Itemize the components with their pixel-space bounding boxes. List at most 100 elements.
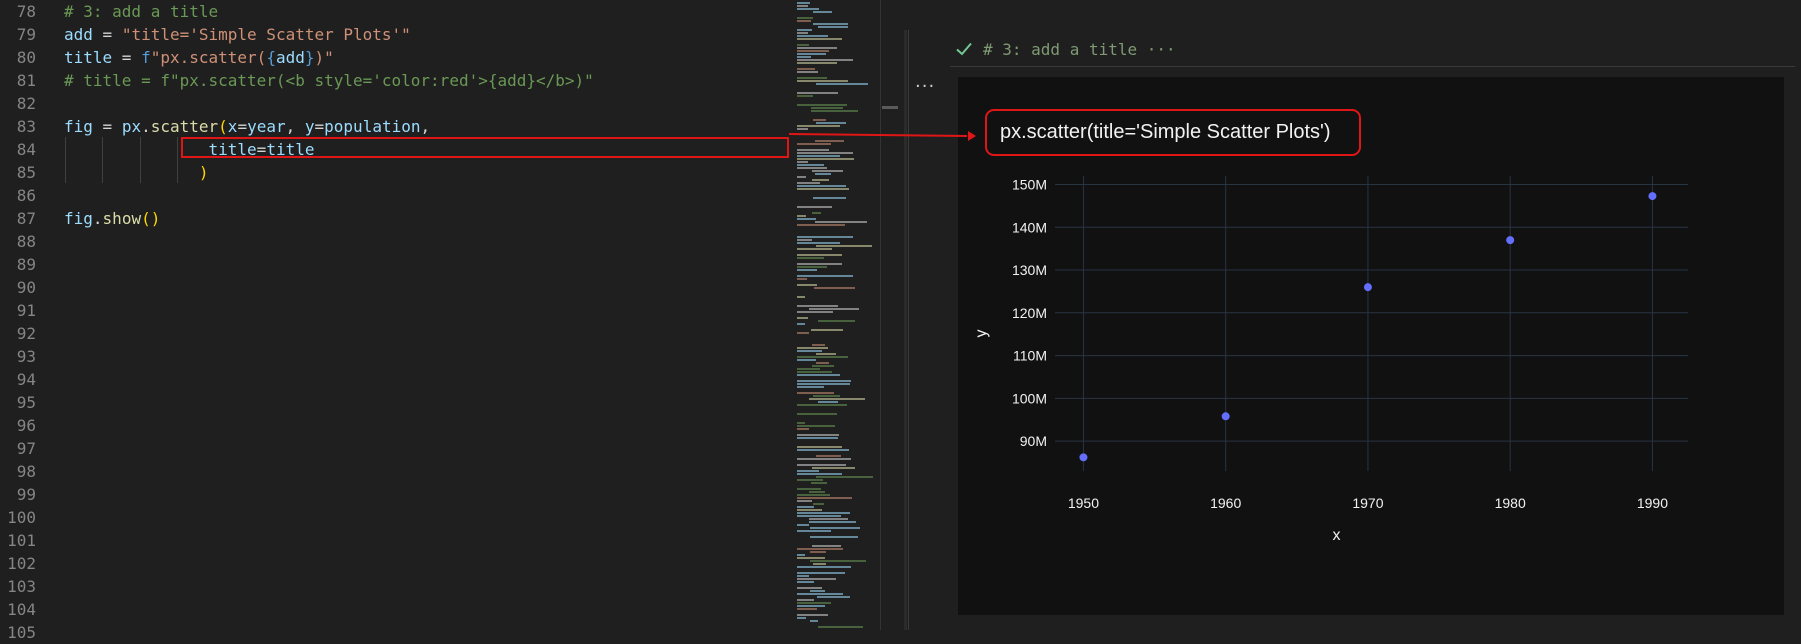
minimap-line — [797, 44, 809, 46]
minimap-line — [811, 110, 858, 112]
minimap-line — [797, 53, 826, 55]
minimap-line — [815, 221, 867, 223]
cell-header-divider — [950, 66, 1795, 67]
minimap-line — [797, 380, 851, 382]
x-tick-label: 1950 — [1068, 495, 1099, 511]
minimap-line — [797, 386, 824, 388]
minimap-line — [797, 182, 820, 184]
minimap-line — [797, 167, 827, 169]
code-token: } — [304, 48, 315, 67]
minimap-line — [813, 563, 826, 565]
minimap-line — [797, 350, 822, 352]
cell-title: # 3: add a title ··· — [983, 39, 1176, 59]
minimap-line — [818, 626, 863, 628]
minimap-line — [797, 323, 805, 325]
minimap-line — [797, 80, 848, 82]
code-token: ( — [218, 117, 228, 136]
code-token: add — [64, 25, 93, 44]
code-editor[interactable]: 78 79 80 81 82 83 84 85 86 87 88 89 90 91 92 93 94 95 96 97… — [0, 0, 790, 642]
minimap-line — [818, 26, 848, 28]
y-axis-title: y — [973, 330, 990, 338]
minimap-line — [797, 371, 832, 373]
scatter-point — [1079, 453, 1088, 462]
minimap-line — [810, 527, 860, 529]
minimap-line — [797, 56, 811, 58]
minimap-line — [797, 479, 823, 481]
y-tick-label: 140M — [1012, 219, 1047, 235]
minimap-line — [797, 500, 812, 502]
minimap-line — [797, 92, 838, 94]
minimap-line — [797, 275, 853, 277]
scrollbar-thumb[interactable] — [882, 106, 898, 109]
line-number: 79 — [16, 25, 36, 44]
minimap-line — [797, 374, 840, 376]
line-number: 91 — [16, 301, 36, 320]
minimap-line — [797, 71, 818, 73]
code-line[interactable]: # title = f"px.scatter(<b style='color:r… — [64, 69, 594, 92]
code-line[interactable]: fig.show() — [64, 207, 160, 230]
minimap-line — [797, 413, 837, 415]
minimap-line — [797, 2, 810, 4]
minimap-line — [797, 8, 819, 10]
scatter-point — [1221, 412, 1230, 421]
scatter-point — [1363, 283, 1372, 292]
cell-header[interactable]: # 3: add a title ··· — [955, 38, 1176, 60]
line-number: 102 — [7, 554, 36, 573]
minimap-line — [797, 458, 851, 460]
line-number: 94 — [16, 370, 36, 389]
code-line[interactable]: ) — [64, 161, 209, 184]
minimap-line — [816, 353, 836, 355]
minimap-line — [812, 467, 855, 469]
line-number: 83 — [16, 117, 36, 136]
minimap-line — [797, 449, 849, 451]
y-tick-label: 100M — [1012, 390, 1047, 406]
minimap-line — [797, 155, 840, 157]
notebook-scrollbar[interactable] — [904, 30, 907, 630]
minimap-line — [797, 497, 852, 499]
minimap-line — [797, 404, 847, 406]
minimap-line — [797, 59, 853, 61]
minimap-line — [810, 551, 826, 553]
y-tick-label: 110M — [1013, 348, 1047, 364]
code-token: , — [285, 117, 305, 136]
code-line[interactable]: title = f"px.scatter({add})" — [64, 46, 334, 69]
code-token: = — [92, 117, 122, 136]
minimap[interactable] — [795, 0, 880, 630]
code-token: year — [247, 117, 286, 136]
line-number: 96 — [16, 416, 36, 435]
minimap-line — [797, 269, 817, 271]
code-token: = — [112, 48, 142, 67]
minimap-line — [797, 38, 842, 40]
minimap-line — [809, 308, 859, 310]
minimap-line — [797, 617, 806, 619]
minimap-line — [797, 125, 840, 127]
code-line[interactable]: # 3: add a title — [64, 0, 218, 23]
minimap-line — [797, 614, 828, 616]
more-actions-icon[interactable]: ··· — [915, 76, 935, 97]
minimap-line — [810, 620, 818, 622]
code-highlight-box — [181, 137, 789, 158]
line-number: 95 — [16, 393, 36, 412]
minimap-line — [797, 383, 850, 385]
chart-title-badge: px.scatter(title='Simple Scatter Plots') — [985, 109, 1361, 156]
code-token: # 3: add a title — [64, 2, 219, 21]
minimap-line — [797, 206, 832, 208]
code-line[interactable]: fig = px.scatter(x=year, y=population, — [64, 115, 430, 138]
minimap-line — [797, 602, 831, 604]
scatter-point — [1648, 192, 1657, 201]
minimap-line — [797, 548, 843, 550]
line-number: 103 — [7, 577, 36, 596]
minimap-line — [814, 287, 855, 289]
minimap-line — [813, 197, 846, 199]
code-token: = — [92, 25, 122, 44]
minimap-line — [813, 11, 832, 13]
y-tick-label: 90M — [1020, 433, 1047, 449]
minimap-line — [797, 575, 809, 577]
line-number: 82 — [16, 94, 36, 113]
line-number: 89 — [16, 255, 36, 274]
code-line[interactable]: add = "title='Simple Scatter Plots'" — [64, 23, 411, 46]
line-number: 101 — [7, 531, 36, 550]
minimap-line — [812, 170, 843, 172]
minimap-line — [812, 365, 834, 367]
minimap-line — [797, 434, 839, 436]
